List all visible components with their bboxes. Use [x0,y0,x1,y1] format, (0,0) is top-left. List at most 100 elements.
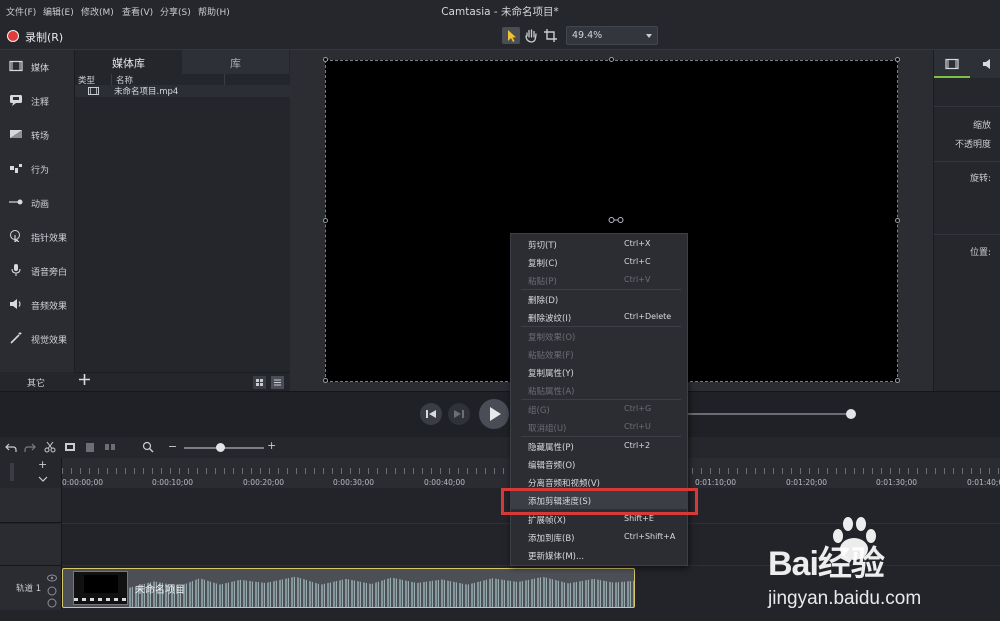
menu-item-cut[interactable]: 剪切(T) Ctrl+X [511,235,687,253]
tab-media-bin[interactable]: 媒体库 [75,50,182,74]
resize-handle[interactable] [895,57,900,62]
media-file-name: 未命名项目.mp4 [114,87,179,97]
hand-icon [525,29,537,43]
tab-library[interactable]: 库 [182,50,289,74]
menu-item-add-to-library[interactable]: 添加到库(B) Ctrl+Shift+A [511,528,687,546]
menu-item-group[interactable]: 组(G) Ctrl+G [511,400,687,418]
volume-slider-track[interactable] [688,413,851,415]
thumbnail-strip [74,598,127,601]
add-media-button[interactable] [78,373,91,389]
sidebar-item-label: 音频效果 [31,302,68,312]
sidebar-item-transitions[interactable]: 转场 [0,120,75,150]
redo-icon[interactable] [24,441,36,453]
zoom-select[interactable]: 49.4% [566,26,658,45]
select-tool-button[interactable] [502,27,520,44]
add-track-button[interactable]: + [38,458,47,471]
thumbnail-frame [84,575,118,593]
tab-visual-properties[interactable] [934,50,970,78]
sidebar-item-visual-effects[interactable]: 视觉效果 [0,324,75,354]
speaker-icon [983,59,990,69]
mute-icon[interactable] [47,598,57,608]
toolbar: 录制(R) 49.4% [0,22,1000,50]
sidebar-item-annotations[interactable]: 注释 [0,86,75,116]
sidebar-item-cursor-effects[interactable]: 指针效果 [0,222,75,252]
zoom-out-icon[interactable]: − [168,440,177,453]
zoom-in-icon[interactable]: + [267,439,276,452]
sidebar-item-animations[interactable]: 动画 [0,188,75,218]
menu-item-paste-effects[interactable]: 粘贴效果(F) [511,345,687,363]
chevron-down-icon[interactable] [38,475,48,483]
resize-handle[interactable] [609,57,614,62]
highlight-annotation-box [501,488,698,515]
volume-slider-knob[interactable] [846,409,856,419]
cursor-icon [10,230,20,242]
sidebar-more-button[interactable]: 其它 [0,372,75,391]
pan-tool-button[interactable] [522,27,540,44]
sidebar-item-label: 转场 [31,132,50,142]
menu-item-label: 更新媒体(M)... [528,552,585,562]
step-forward-button[interactable] [448,403,470,425]
menu-item-copy[interactable]: 复制(C) Ctrl+C [511,253,687,271]
arrow-cursor-icon [508,30,516,42]
column-divider [111,74,112,85]
record-label: 录制(R) [25,31,64,44]
resize-handle[interactable] [323,57,328,62]
thumbnail-view-button[interactable] [253,376,266,389]
resize-handle[interactable] [895,218,900,223]
menu-item-shortcut: Ctrl+2 [624,441,651,450]
copy-icon[interactable] [64,441,76,453]
sidebar-item-label: 媒体 [31,64,50,74]
media-bin-panel: 媒体库 库 类型 名称 未命名项目.mp4 [75,50,290,391]
camtasia-window: 文件(F) 编辑(E) 修改(M) 查看(V) 分享(S) 帮助(H) Camt… [0,0,1000,621]
cut-icon[interactable] [44,441,56,453]
media-file-row[interactable]: 未命名项目.mp4 [75,85,290,97]
record-button[interactable]: 录制(R) [0,22,70,50]
menu-item-label: 组(G) [528,406,550,416]
paste-icon[interactable] [84,441,96,453]
sidebar-item-audio-effects[interactable]: 音频效果 [0,290,75,320]
rotation-label: 旋转: [969,174,991,184]
menu-item-copy-effects[interactable]: 复制效果(O) [511,327,687,345]
menu-item-ungroup[interactable]: 取消组(U) Ctrl+U [511,418,687,436]
timeline-clip[interactable]: 未命名项目 [62,568,635,608]
menu-item-shortcut: Ctrl+X [624,239,651,248]
menu-item-delete[interactable]: 删除(D) [511,290,687,308]
position-label: 位置: [969,248,991,258]
timeline-zoom-knob[interactable] [216,443,225,452]
zoom-icon [142,441,154,453]
crop-tool-button[interactable] [542,27,560,44]
track-label: 轨道 1 [16,584,42,594]
column-divider [224,74,225,85]
details-view-button[interactable] [271,376,284,389]
menu-item-label: 添加到库(B) [528,534,575,544]
sidebar-item-voice-narration[interactable]: 语音旁白 [0,256,75,286]
undo-icon[interactable] [5,441,17,453]
scale-label: 缩放 [972,121,991,131]
menu-item-shortcut: Ctrl+C [624,257,651,266]
menu-item-label: 复制属性(Y) [528,369,574,379]
menu-item-edit-audio[interactable]: 编辑音频(O) [511,455,687,473]
track-header-1[interactable]: 轨道 1 [0,566,62,610]
step-back-button[interactable] [420,403,442,425]
record-icon [7,30,19,42]
play-button[interactable] [479,399,509,429]
menu-item-paste-properties[interactable]: 粘贴属性(A) [511,381,687,399]
resize-handle[interactable] [323,218,328,223]
menu-item-ripple-delete[interactable]: 删除波纹(I) Ctrl+Delete [511,308,687,326]
tab-audio-properties[interactable] [972,50,1000,78]
split-icon[interactable] [104,441,116,453]
chevron-down-icon [646,34,652,38]
menu-item-label: 删除波纹(I) [528,314,572,324]
track-height-slider[interactable] [10,463,14,481]
menu-item-copy-properties[interactable]: 复制属性(Y) [511,363,687,381]
resize-handle[interactable] [323,378,328,383]
menubar: 文件(F) 编辑(E) 修改(M) 查看(V) 分享(S) 帮助(H) Camt… [0,0,1000,22]
lock-icon[interactable] [47,586,57,596]
menu-item-update-media[interactable]: 更新媒体(M)... [511,546,687,564]
menu-item-paste[interactable]: 粘贴(P) Ctrl+V [511,271,687,289]
sidebar-item-media[interactable]: 媒体 [0,52,75,82]
sidebar-item-behaviors[interactable]: 行为 [0,154,75,184]
eye-icon[interactable] [47,574,57,582]
resize-handle[interactable] [895,378,900,383]
menu-item-hide-properties[interactable]: 隐藏属性(P) Ctrl+2 [511,437,687,455]
